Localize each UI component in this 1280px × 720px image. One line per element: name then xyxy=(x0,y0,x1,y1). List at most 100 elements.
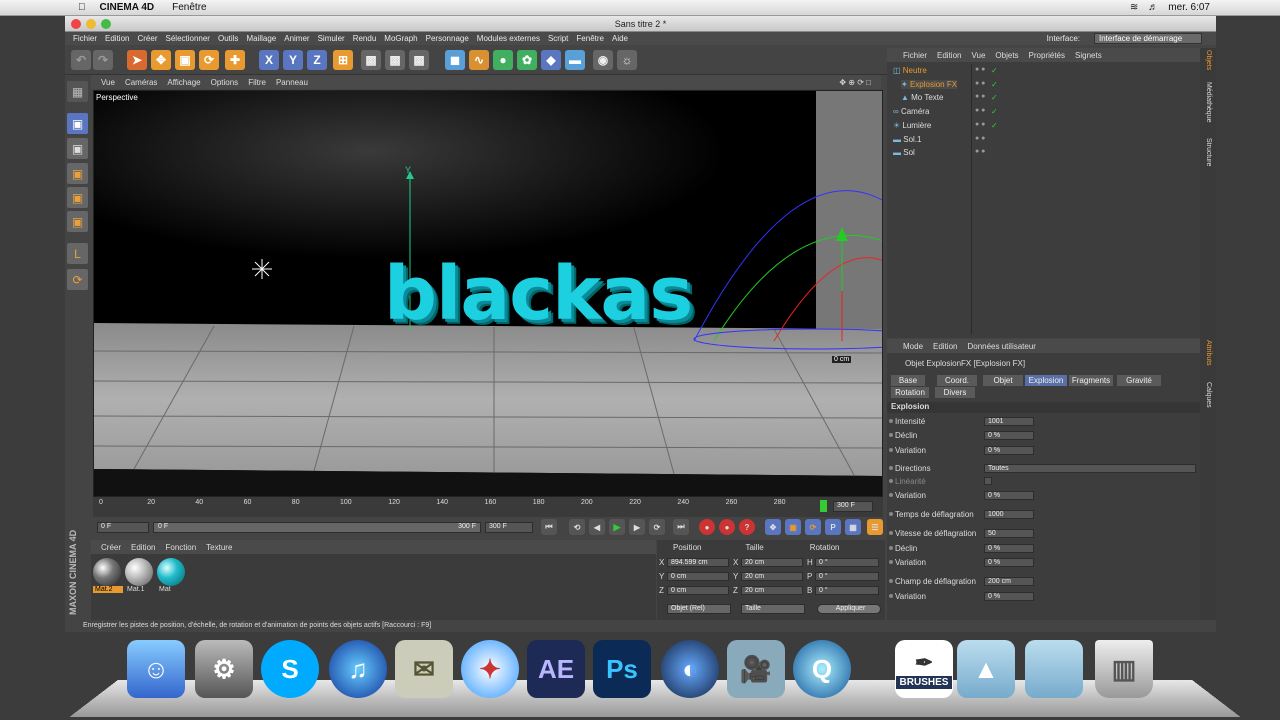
apple-icon[interactable]:  xyxy=(78,2,86,13)
texture-mode-button[interactable]: ▣ xyxy=(67,138,88,159)
param-animate-dot[interactable] xyxy=(889,512,893,516)
object-visibility-dots[interactable]: ● ● xyxy=(975,93,985,100)
start-frame-field[interactable]: 0 F xyxy=(97,522,149,533)
mat-menu-edition[interactable]: Edition xyxy=(131,543,155,552)
menu-fichier[interactable]: Fichier xyxy=(73,34,97,43)
attr-menu-mode[interactable]: Mode xyxy=(903,342,923,351)
object-visibility-dots[interactable]: ● ● xyxy=(975,148,985,155)
rotate-tool-button[interactable]: ⟳ xyxy=(199,50,219,70)
skype-icon[interactable]: S xyxy=(261,640,319,698)
axis-x-button[interactable]: X xyxy=(259,50,279,70)
viewport-nav-icons[interactable]: ✥ ⊕ ⟳ □ xyxy=(839,78,871,87)
param-animate-dot[interactable] xyxy=(889,560,893,564)
text-3d-object[interactable]: blackas xyxy=(384,251,693,337)
param-animate-dot[interactable] xyxy=(889,466,893,470)
menu-simuler[interactable]: Simuler xyxy=(318,34,345,43)
next-frame-button[interactable]: ▶ xyxy=(629,519,645,535)
param-animate-dot[interactable] xyxy=(889,433,893,437)
coord-size-field[interactable]: 20 cm xyxy=(741,558,803,567)
side-tab-mediatheque[interactable]: Médiathèque xyxy=(1205,82,1212,122)
timeline-window-button[interactable]: ☰ xyxy=(867,519,883,535)
tweak-mode-button[interactable]: ⟳ xyxy=(67,269,88,290)
move-tool-button[interactable]: ✥ xyxy=(151,50,171,70)
object-enable-check-icon[interactable]: ✓ xyxy=(991,107,998,116)
floor-button[interactable]: ▬ xyxy=(565,50,585,70)
next-key-button[interactable]: ⟳ xyxy=(649,519,665,535)
obj-menu-objets[interactable]: Objets xyxy=(995,51,1018,60)
material-swatch-mat2[interactable]: Mat.2 xyxy=(93,558,123,598)
object-row[interactable]: ✦ Explosion FX xyxy=(901,79,958,89)
coord-size-field[interactable]: 20 cm xyxy=(741,572,803,581)
object-visibility-dots[interactable]: ● ● xyxy=(975,66,985,73)
object-visibility-dots[interactable]: ● ● xyxy=(975,135,985,142)
attr-tab[interactable]: Objet xyxy=(983,375,1023,386)
vp-menu-options[interactable]: Options xyxy=(211,78,239,87)
object-row[interactable]: ☀ Lumière xyxy=(893,121,931,130)
object-row[interactable]: ▬ Sol.1 xyxy=(893,135,921,144)
param-value-field[interactable]: 200 cm xyxy=(984,577,1034,586)
vp-menu-affichage[interactable]: Affichage xyxy=(167,78,200,87)
go-end-button[interactable]: ⏭ xyxy=(673,519,689,535)
object-visibility-dots[interactable]: ● ● xyxy=(975,80,985,87)
nurbs-button[interactable]: ● xyxy=(493,50,513,70)
minimize-button[interactable] xyxy=(86,19,96,29)
param-animate-dot[interactable] xyxy=(889,448,893,452)
param-value-field[interactable]: 50 xyxy=(984,529,1034,538)
param-value-field[interactable]: 0 % xyxy=(984,446,1034,455)
coord-system-button[interactable]: ⊞ xyxy=(333,50,353,70)
window-menu[interactable]: Fenêtre xyxy=(172,2,206,13)
object-visibility-dots[interactable]: ● ● xyxy=(975,121,985,128)
obj-menu-edition[interactable]: Edition xyxy=(937,51,961,60)
live-select-button[interactable]: ✚ xyxy=(225,50,245,70)
applications-folder-icon[interactable]: ▲ xyxy=(957,640,1015,698)
coord-rotation-field[interactable]: 0 ° xyxy=(815,572,879,581)
param-animate-dot[interactable] xyxy=(889,531,893,535)
key-scale-button[interactable]: ▣ xyxy=(785,519,801,535)
wifi-icon[interactable]: ≋ xyxy=(1130,2,1138,13)
app-menu[interactable]: CINEMA 4D xyxy=(100,2,155,13)
side-tab-objets[interactable]: Objets xyxy=(1205,50,1212,70)
render-view-button[interactable]: ▩ xyxy=(361,50,381,70)
menu-animer[interactable]: Animer xyxy=(284,34,309,43)
attr-tab[interactable]: Explosion xyxy=(1025,375,1067,386)
key-param-button[interactable]: P xyxy=(825,519,841,535)
quicktime-icon[interactable]: Q xyxy=(793,640,851,698)
after-effects-icon[interactable]: AE xyxy=(527,640,585,698)
object-enable-check-icon[interactable]: ✓ xyxy=(991,66,998,75)
mat-menu-creer[interactable]: Créer xyxy=(101,543,121,552)
vp-menu-filtre[interactable]: Filtre xyxy=(248,78,266,87)
param-animate-dot[interactable] xyxy=(889,579,893,583)
coord-size-field[interactable]: 20 cm xyxy=(741,586,803,595)
menu-selectionner[interactable]: Sélectionner xyxy=(166,34,210,43)
play-button[interactable]: ▶ xyxy=(609,519,625,535)
menu-fenetre[interactable]: Fenêtre xyxy=(576,34,604,43)
vp-menu-vue[interactable]: Vue xyxy=(101,78,115,87)
param-value-field[interactable]: 1000 xyxy=(984,510,1034,519)
vp-menu-panneau[interactable]: Panneau xyxy=(276,78,308,87)
viewport-toggle-icon[interactable]: ▦ xyxy=(67,81,88,102)
render-settings-button[interactable]: ▩ xyxy=(409,50,429,70)
menu-rendu[interactable]: Rendu xyxy=(353,34,377,43)
coord-position-field[interactable]: 0 cm xyxy=(667,586,729,595)
apply-button[interactable]: Appliquer xyxy=(817,604,881,614)
timeline-ruler[interactable]: 0 20 40 60 80 100 120 140 160 180 200 220 240 260 280 … xyxy=(93,497,883,517)
polygons-mode-button[interactable]: ▣ xyxy=(67,211,88,232)
render-picture-button[interactable]: ▩ xyxy=(385,50,405,70)
close-button[interactable] xyxy=(71,19,81,29)
coord-mode-select[interactable]: Objet (Rel) xyxy=(667,604,731,614)
menu-mograph[interactable]: MoGraph xyxy=(384,34,417,43)
prev-frame-button[interactable]: ◀ xyxy=(589,519,605,535)
photoshop-icon[interactable]: Ps xyxy=(593,640,651,698)
array-button[interactable]: ✿ xyxy=(517,50,537,70)
axis-z-button[interactable]: Z xyxy=(307,50,327,70)
attr-tab[interactable]: Base xyxy=(891,375,925,386)
redo-button[interactable]: ↷ xyxy=(93,50,113,70)
material-swatch-mat1[interactable]: Mat.1 xyxy=(125,558,155,598)
object-visibility-dots[interactable]: ● ● xyxy=(975,107,985,114)
param-value-field[interactable]: Toutes xyxy=(984,464,1196,473)
coord-position-field[interactable]: 0 cm xyxy=(667,572,729,581)
interface-select[interactable]: Interface de démarrage xyxy=(1094,33,1202,44)
timeline-end-field[interactable]: 300 F xyxy=(833,501,873,512)
obj-menu-fichier[interactable]: Fichier xyxy=(903,51,927,60)
param-value-field[interactable]: 1001 xyxy=(984,417,1034,426)
